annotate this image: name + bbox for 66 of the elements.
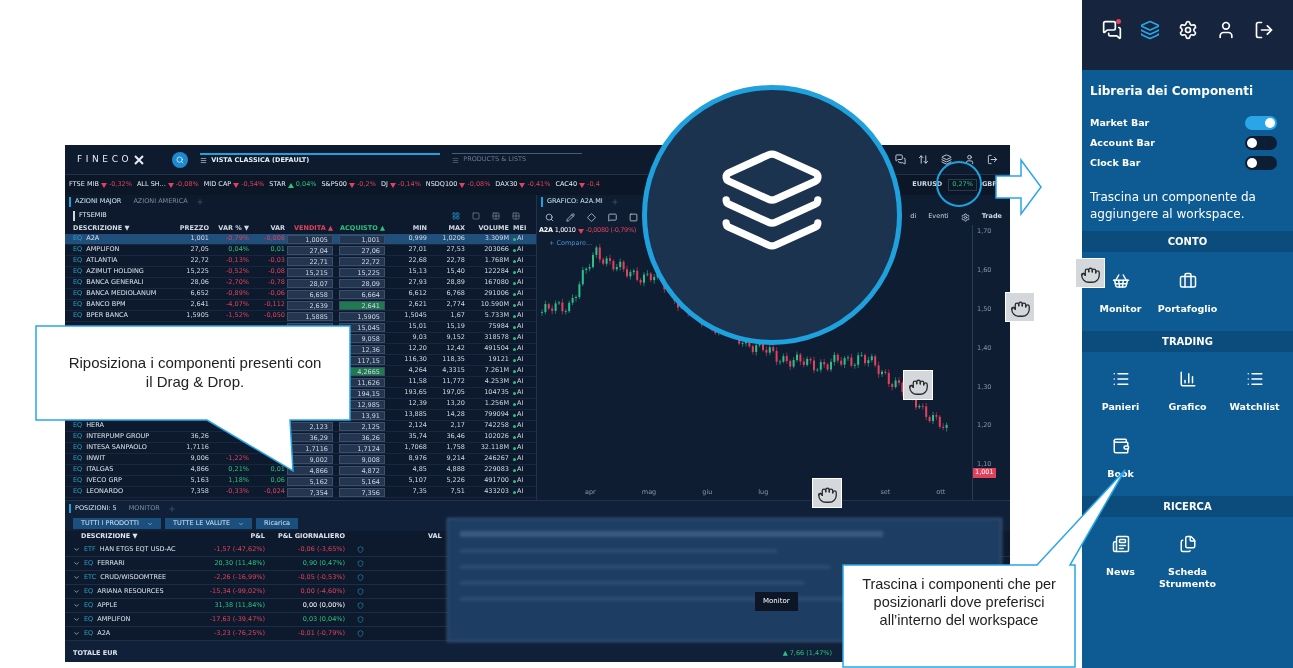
logo-text: FINECO (77, 152, 133, 166)
tile-view-icon[interactable] (512, 212, 520, 220)
section-header: CONTO (1082, 231, 1293, 252)
shield-icon[interactable] (357, 616, 364, 623)
search-icon[interactable] (545, 212, 554, 222)
pencil-icon[interactable] (566, 212, 575, 222)
grab-hand-icon (1075, 258, 1105, 288)
toggle-label: Clock Bar (1090, 155, 1141, 170)
user-icon[interactable] (964, 154, 975, 165)
comment-icon[interactable] (608, 212, 617, 222)
toggle-switch[interactable] (1245, 116, 1277, 130)
briefcase-icon (1178, 272, 1197, 290)
square-icon[interactable] (629, 212, 638, 222)
callout-text: Riposiziona i componenti presenti con il Drag & Drop. (67, 353, 323, 391)
toggle-label: Market Bar (1090, 115, 1150, 130)
layers-icon[interactable] (941, 154, 952, 165)
list-icon (1245, 370, 1264, 388)
toggle-label: Account Bar (1090, 135, 1155, 150)
toggle-switch[interactable] (1245, 136, 1277, 150)
layers-icon[interactable] (1139, 20, 1160, 40)
grab-hand-icon (903, 370, 933, 400)
chat-icon[interactable] (895, 154, 906, 165)
section-header: RICERCA (1082, 496, 1293, 517)
search-button[interactable] (172, 151, 189, 168)
grab-hand-icon (812, 478, 842, 508)
menu-icon (452, 156, 460, 164)
shield-icon[interactable] (357, 602, 364, 609)
sort-icon[interactable] (918, 154, 929, 165)
basket-icon (1111, 272, 1130, 290)
component-tile[interactable]: Scheda Strumento (1154, 535, 1221, 590)
component-tile[interactable]: Grafico (1154, 370, 1221, 413)
list-icon (1111, 370, 1130, 388)
chevron-down-icon (146, 520, 153, 527)
tile-view-icon[interactable] (492, 212, 500, 220)
search-icon (176, 155, 185, 164)
chat-icon[interactable] (1101, 20, 1122, 40)
document-icon (1178, 535, 1197, 553)
shield-icon[interactable] (357, 630, 364, 637)
diamond-icon[interactable] (587, 212, 596, 222)
component-tile[interactable]: Watchlist (1221, 370, 1288, 413)
grab-hand-icon (1005, 292, 1035, 322)
panel-hint: Trascina un componente da aggiungere al workspace. (1090, 189, 1257, 223)
component-tile[interactable]: Panieri (1087, 370, 1154, 413)
logout-icon[interactable] (1253, 20, 1274, 40)
section-header: TRADING (1082, 331, 1293, 352)
panel-title: Libreria dei Componenti (1090, 83, 1255, 100)
chevron-down-icon (238, 520, 245, 527)
shield-icon[interactable] (357, 546, 364, 553)
settings-icon[interactable] (1177, 20, 1198, 40)
component-tile[interactable]: Portafoglio (1154, 272, 1221, 315)
logo-mark-icon (134, 154, 145, 165)
panel-view-icon[interactable] (472, 212, 480, 220)
callout-text: Trascina i componenti che per posizionarli dove preferisci all’interno del workspace (861, 575, 1057, 629)
component-tile[interactable]: Monitor (1087, 272, 1154, 315)
menu-icon (200, 157, 208, 164)
news-icon (1111, 535, 1130, 553)
shield-icon[interactable] (357, 574, 364, 581)
chart-icon (1178, 370, 1197, 388)
component-tile[interactable]: Book (1087, 437, 1154, 480)
grid-view-icon[interactable] (452, 212, 460, 220)
component-tile[interactable]: News (1087, 535, 1154, 590)
shield-icon[interactable] (357, 588, 364, 595)
shield-icon[interactable] (357, 560, 364, 567)
logout-icon[interactable] (987, 154, 998, 165)
toggle-switch[interactable] (1245, 156, 1277, 170)
book-icon (1111, 437, 1130, 455)
